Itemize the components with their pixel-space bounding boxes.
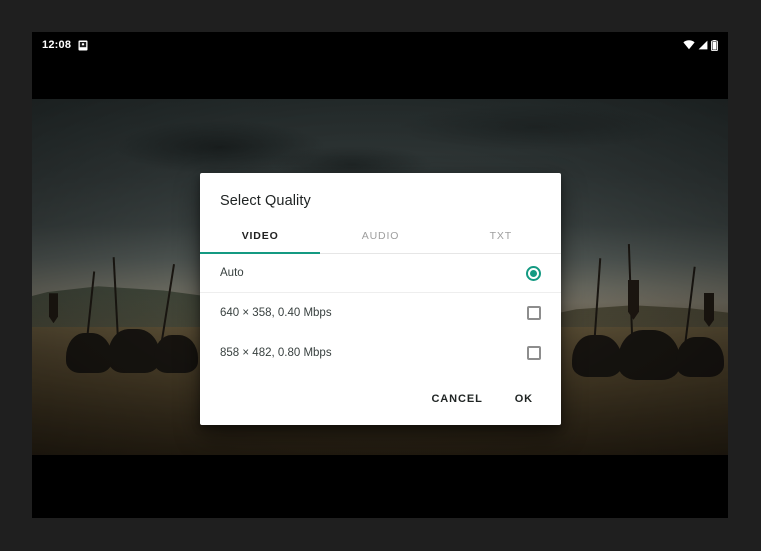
option-row-auto[interactable]: Auto: [200, 254, 561, 293]
dialog-title: Select Quality: [220, 193, 311, 209]
cellular-signal-icon: [698, 40, 708, 50]
tab-video[interactable]: VIDEO: [200, 221, 320, 253]
desktop-background: 12:08 Select Quality VIDEO AUDIO TXT Aut…: [0, 0, 761, 551]
checkbox-640x358[interactable]: [527, 306, 541, 320]
tab-txt[interactable]: TXT: [441, 221, 561, 253]
battery-icon: [711, 39, 718, 51]
ok-button[interactable]: OK: [503, 387, 545, 411]
status-bar: 12:08: [32, 32, 728, 58]
option-row-640x358[interactable]: 640 × 358, 0.40 Mbps: [200, 293, 561, 333]
radio-button-auto[interactable]: [526, 265, 541, 281]
dialog-actions: CANCEL OK: [200, 373, 561, 425]
active-tab-indicator: [200, 252, 321, 254]
option-label-640x358: 640 × 358, 0.40 Mbps: [220, 307, 332, 319]
select-quality-dialog: Select Quality VIDEO AUDIO TXT Auto 640 …: [200, 173, 561, 425]
status-bar-right: [683, 39, 718, 51]
option-label-858x482: 858 × 482, 0.80 Mbps: [220, 347, 332, 359]
wifi-icon: [683, 40, 695, 50]
quality-option-list: Auto 640 × 358, 0.40 Mbps 858 × 482, 0.8…: [200, 254, 561, 373]
radio-inner-dot: [530, 269, 537, 277]
player-bottom-band: [32, 455, 728, 518]
checkbox-858x482[interactable]: [527, 346, 541, 360]
option-label-auto: Auto: [220, 267, 244, 279]
dialog-tabs: VIDEO AUDIO TXT: [200, 221, 561, 254]
screenshot-icon: [78, 40, 88, 51]
status-bar-left: 12:08: [42, 39, 88, 51]
device-screen: 12:08 Select Quality VIDEO AUDIO TXT Aut…: [32, 32, 728, 518]
cancel-button[interactable]: CANCEL: [419, 387, 494, 411]
status-clock: 12:08: [42, 39, 72, 51]
option-row-858x482[interactable]: 858 × 482, 0.80 Mbps: [200, 333, 561, 373]
tab-audio[interactable]: AUDIO: [320, 221, 440, 253]
